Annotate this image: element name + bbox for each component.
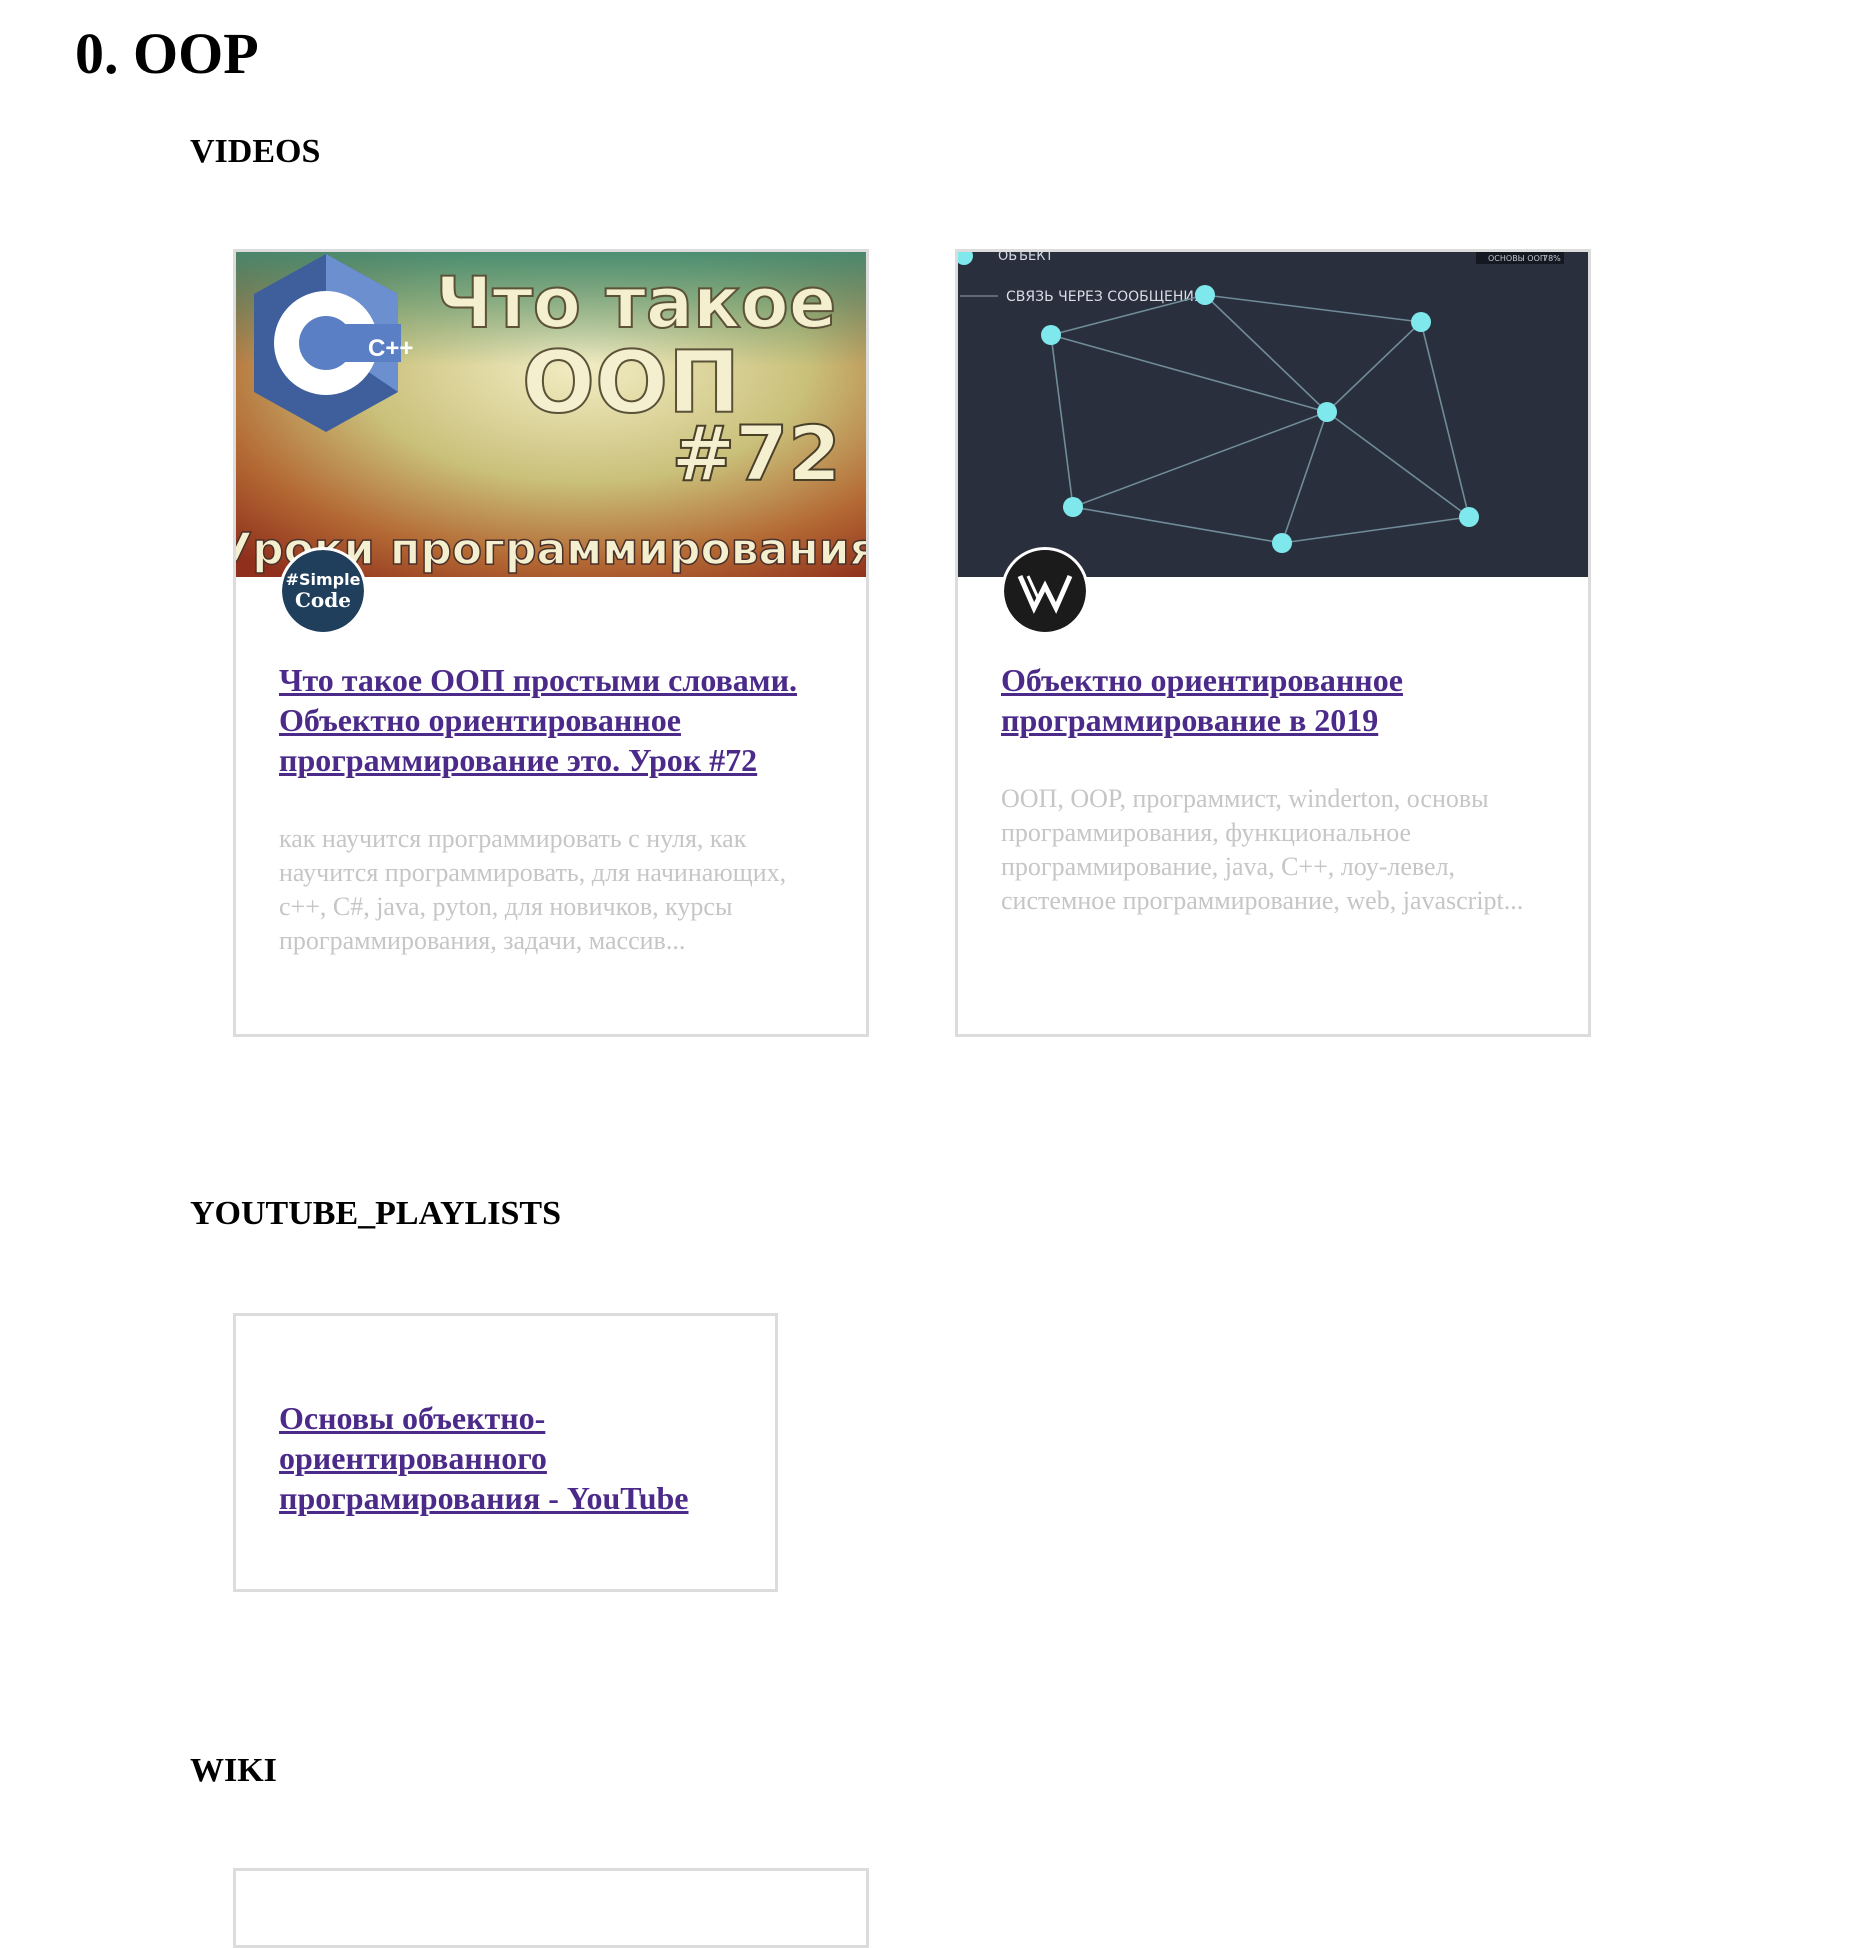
svg-text:#Simple: #Simple: [286, 570, 361, 589]
channel-avatar[interactable]: #Simple Code: [279, 547, 367, 635]
video-title-link[interactable]: Объектно ориентированное программировани…: [1001, 662, 1403, 738]
video-thumbnail-image: ОБЪЕКТ ОСНОВЫ ООП 78% СВЯЗЬ ЧЕРЕЗ СООБЩЕ…: [958, 252, 1588, 577]
svg-text:78%: 78%: [1543, 254, 1561, 263]
playlist-title-link[interactable]: Основы объектно-ориентированного програм…: [279, 1400, 688, 1516]
svg-text:ОБЪЕКТ: ОБЪЕКТ: [998, 252, 1053, 264]
video-card[interactable]: ОБЪЕКТ ОСНОВЫ ООП 78% СВЯЗЬ ЧЕРЕЗ СООБЩЕ…: [955, 249, 1591, 1037]
video-thumbnail-image: C++ Что такое ООП #72 Уроки программиров…: [236, 252, 866, 577]
video-title: Что такое ООП простыми словами. Объектно…: [279, 660, 839, 780]
section-heading-playlists: YOUTUBE_PLAYLISTS: [190, 1195, 561, 1232]
section-heading-videos: VIDEOS: [190, 133, 321, 170]
channel-avatar[interactable]: [1001, 547, 1089, 635]
wiki-card[interactable]: [233, 1868, 869, 1948]
video-card[interactable]: C++ Что такое ООП #72 Уроки программиров…: [233, 249, 869, 1037]
page-title: 0. OOP: [75, 21, 259, 86]
svg-text:#72: #72: [672, 409, 841, 498]
svg-text:Что такое: Что такое: [436, 262, 836, 344]
section-heading-wiki: WIKI: [190, 1752, 277, 1789]
playlist-title: Основы объектно-ориентированного програм…: [279, 1398, 749, 1518]
video-thumbnail[interactable]: ОБЪЕКТ ОСНОВЫ ООП 78% СВЯЗЬ ЧЕРЕЗ СООБЩЕ…: [958, 252, 1588, 577]
video-title: Объектно ориентированное программировани…: [1001, 660, 1561, 740]
video-title-link[interactable]: Что такое ООП простыми словами. Объектно…: [279, 662, 797, 778]
svg-text:ОСНОВЫ ООП: ОСНОВЫ ООП: [1488, 254, 1546, 263]
svg-text:C++: C++: [368, 335, 413, 362]
svg-text:Code: Code: [295, 588, 351, 612]
simple-code-logo-icon: #Simple Code: [282, 550, 364, 632]
playlist-card[interactable]: Основы объектно-ориентированного програм…: [233, 1313, 778, 1592]
video-thumbnail[interactable]: C++ Что такое ООП #72 Уроки программиров…: [236, 252, 866, 577]
winderton-logo-icon: [1004, 550, 1086, 632]
video-description: как научится программировать с нуля, как…: [279, 824, 787, 955]
video-description: ООП, OOP, программист, winderton, основы…: [1001, 784, 1524, 915]
